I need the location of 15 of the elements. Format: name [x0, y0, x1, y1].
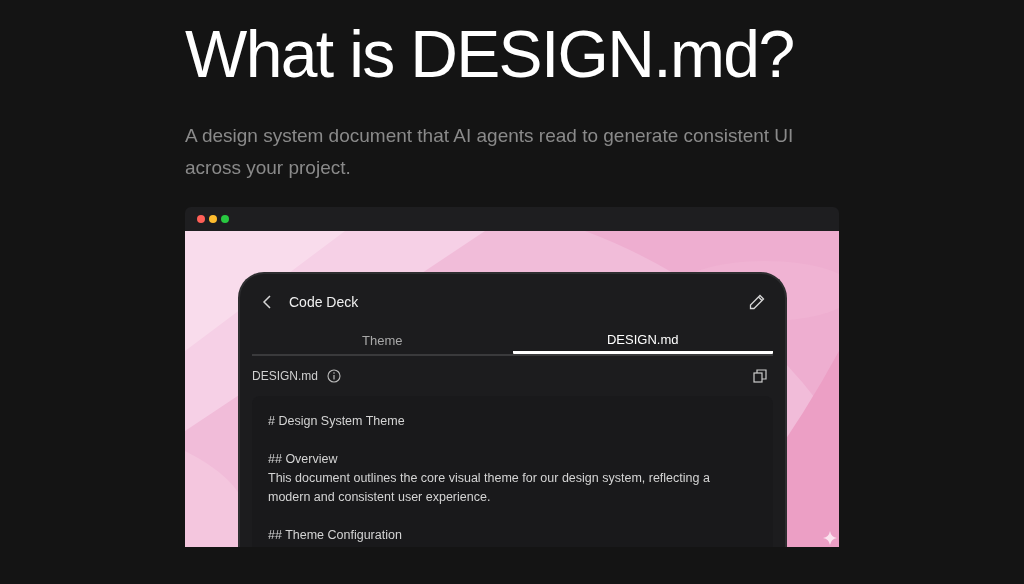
info-icon[interactable] — [327, 369, 341, 383]
file-label: DESIGN.md — [252, 368, 318, 385]
page-subtitle: A design system document that AI agents read to generate consistent UI across your project. — [185, 124, 795, 180]
page-heading: What is DESIGN.md? — [185, 16, 795, 93]
pencil-icon[interactable] — [749, 294, 765, 310]
code-line: This document outlines the core visual theme for our design system, reflecting a modern and consistent user experience. — [268, 470, 711, 506]
app-title: Code Deck — [289, 292, 359, 312]
code-line: ## Overview — [268, 451, 339, 468]
code-line: ## Theme Configuration — [268, 527, 403, 544]
tab[interactable]: Theme — [252, 328, 513, 354]
code-line: # Design System Theme — [268, 413, 406, 430]
copy-icon[interactable] — [753, 369, 767, 383]
tab[interactable]: DESIGN.md — [512, 328, 773, 354]
sparkle-icon — [823, 531, 837, 545]
back-icon[interactable] — [262, 295, 272, 309]
